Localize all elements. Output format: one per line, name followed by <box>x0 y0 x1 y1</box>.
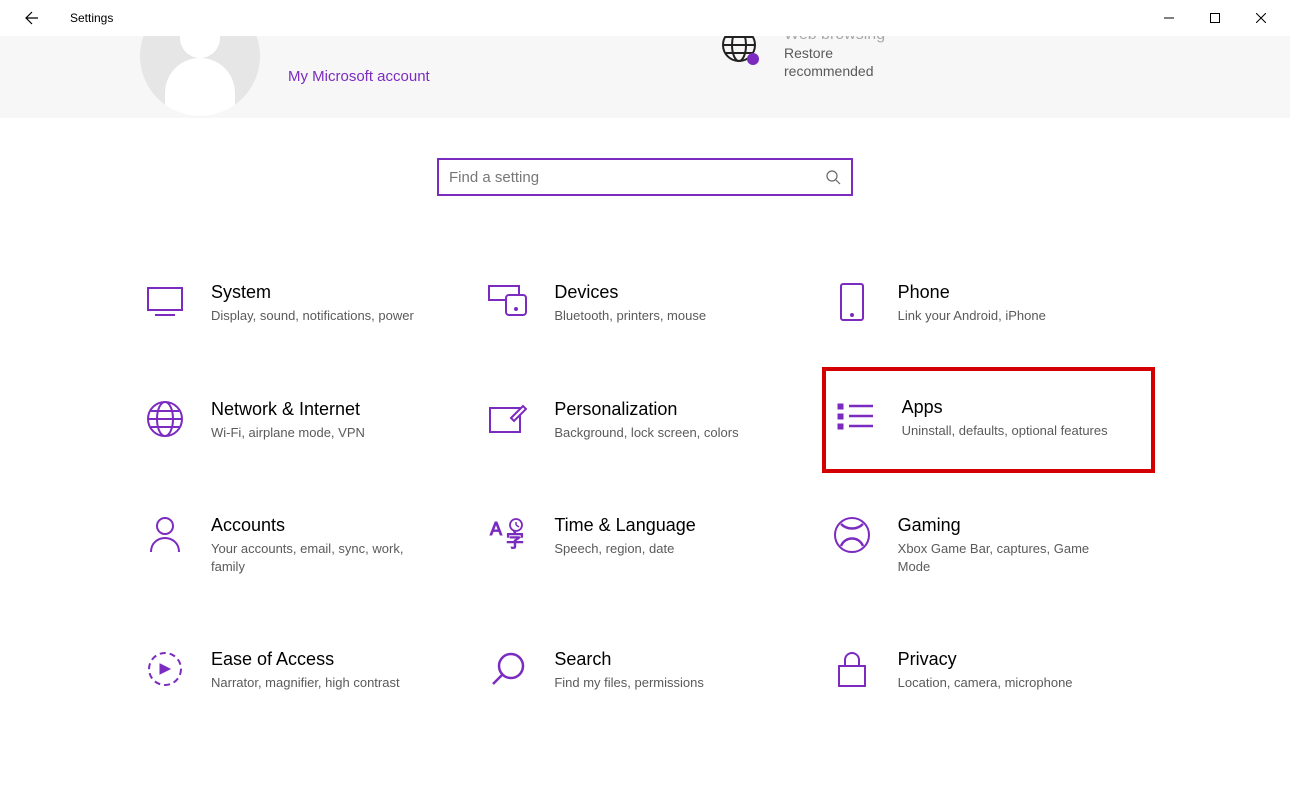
category-ease[interactable]: Ease of Access Narrator, magnifier, high… <box>135 643 468 698</box>
maximize-icon <box>1210 13 1220 23</box>
system-icon <box>145 282 185 322</box>
titlebar: Settings <box>0 0 1290 36</box>
category-desc: Find my files, permissions <box>554 674 704 692</box>
avatar <box>140 36 260 116</box>
category-desc: Your accounts, email, sync, work, family <box>211 540 431 575</box>
category-devices[interactable]: Devices Bluetooth, printers, mouse <box>478 276 811 331</box>
category-search[interactable]: Search Find my files, permissions <box>478 643 811 698</box>
category-title: Time & Language <box>554 515 695 536</box>
category-gaming[interactable]: Gaming Xbox Game Bar, captures, Game Mod… <box>822 509 1155 581</box>
web-browsing-title: Web browsing <box>784 36 885 44</box>
web-browsing-tile[interactable]: Web browsing Restore recommended <box>720 36 885 80</box>
back-button[interactable] <box>20 8 40 28</box>
category-title: System <box>211 282 414 303</box>
ms-account-link[interactable]: My Microsoft account <box>288 68 430 85</box>
web-browsing-line2: recommended <box>784 62 885 80</box>
web-browsing-line1: Restore <box>784 44 885 62</box>
search-container <box>0 158 1290 196</box>
phone-icon <box>832 282 872 322</box>
lock-icon <box>832 649 872 689</box>
close-icon <box>1256 13 1266 23</box>
ease-icon <box>145 649 185 689</box>
account-banner: My Microsoft account Web browsing Restor… <box>0 36 1290 118</box>
category-desc: Uninstall, defaults, optional features <box>902 422 1108 440</box>
search-icon <box>825 169 841 185</box>
xbox-icon <box>832 515 872 555</box>
category-desc: Narrator, magnifier, high contrast <box>211 674 400 692</box>
category-desc: Bluetooth, printers, mouse <box>554 307 706 325</box>
category-apps[interactable]: Apps Uninstall, defaults, optional featu… <box>822 367 1155 474</box>
category-title: Ease of Access <box>211 649 400 670</box>
search-box[interactable] <box>437 158 853 196</box>
category-accounts[interactable]: Accounts Your accounts, email, sync, wor… <box>135 509 468 581</box>
category-desc: Link your Android, iPhone <box>898 307 1046 325</box>
globe-icon <box>720 36 762 68</box>
globe-icon <box>145 399 185 439</box>
category-personalization[interactable]: Personalization Background, lock screen,… <box>478 393 811 448</box>
category-title: Apps <box>902 397 1108 418</box>
language-icon: A字 <box>488 515 528 555</box>
category-desc: Display, sound, notifications, power <box>211 307 414 325</box>
apps-icon <box>836 397 876 437</box>
category-desc: Background, lock screen, colors <box>554 424 738 442</box>
minimize-icon <box>1164 13 1174 23</box>
minimize-button[interactable] <box>1146 2 1192 34</box>
category-desc: Location, camera, microphone <box>898 674 1073 692</box>
category-time[interactable]: A字 Time & Language Speech, region, date <box>478 509 811 581</box>
svg-text:字: 字 <box>506 531 524 551</box>
category-desc: Speech, region, date <box>554 540 695 558</box>
category-phone[interactable]: Phone Link your Android, iPhone <box>822 276 1155 331</box>
devices-icon <box>488 282 528 322</box>
window-title: Settings <box>70 11 113 25</box>
category-title: Search <box>554 649 704 670</box>
person-icon <box>145 515 185 555</box>
svg-text:A: A <box>490 519 502 539</box>
close-button[interactable] <box>1238 2 1284 34</box>
category-privacy[interactable]: Privacy Location, camera, microphone <box>822 643 1155 698</box>
category-title: Phone <box>898 282 1046 303</box>
paint-icon <box>488 399 528 439</box>
category-network[interactable]: Network & Internet Wi-Fi, airplane mode,… <box>135 393 468 448</box>
category-desc: Wi-Fi, airplane mode, VPN <box>211 424 365 442</box>
category-desc: Xbox Game Bar, captures, Game Mode <box>898 540 1118 575</box>
category-title: Network & Internet <box>211 399 365 420</box>
maximize-button[interactable] <box>1192 2 1238 34</box>
settings-grid: System Display, sound, notifications, po… <box>135 276 1155 698</box>
arrow-left-icon <box>22 10 38 26</box>
category-title: Privacy <box>898 649 1073 670</box>
magnify-icon <box>488 649 528 689</box>
category-title: Gaming <box>898 515 1118 536</box>
search-input[interactable] <box>449 169 825 186</box>
category-title: Accounts <box>211 515 431 536</box>
category-system[interactable]: System Display, sound, notifications, po… <box>135 276 468 331</box>
category-title: Devices <box>554 282 706 303</box>
category-title: Personalization <box>554 399 738 420</box>
